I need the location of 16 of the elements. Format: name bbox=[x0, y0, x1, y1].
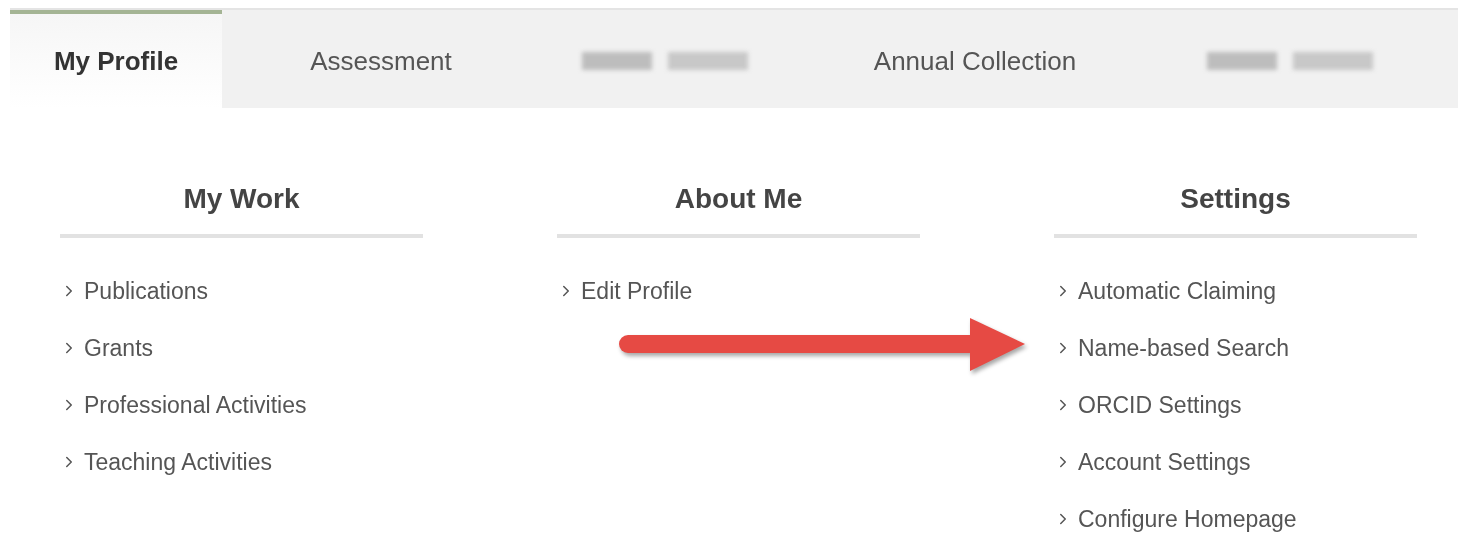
section-heading: About Me bbox=[674, 182, 803, 216]
menu-link[interactable]: Edit Profile bbox=[557, 276, 920, 306]
tab[interactable]: My Profile bbox=[10, 10, 222, 108]
section-heading: Settings bbox=[1180, 182, 1291, 216]
menu-link[interactable]: Teaching Activities bbox=[60, 447, 423, 477]
section-heading: My Work bbox=[183, 182, 300, 216]
menu-link[interactable]: Account Settings bbox=[1054, 447, 1417, 477]
tab[interactable]: Annual Collection bbox=[790, 10, 1160, 108]
tab[interactable]: Assessment bbox=[222, 10, 540, 108]
menu-link[interactable]: Publications bbox=[60, 276, 423, 306]
menu-link[interactable]: Professional Activities bbox=[60, 390, 423, 420]
menu-link[interactable]: Configure Homepage bbox=[1054, 504, 1417, 534]
menu-link[interactable]: Name-based Search bbox=[1054, 333, 1417, 363]
menu-link[interactable]: Grants bbox=[60, 333, 423, 363]
menu-link[interactable]: ORCID Settings bbox=[1054, 390, 1417, 420]
menu-link[interactable]: Automatic Claiming bbox=[1054, 276, 1417, 306]
